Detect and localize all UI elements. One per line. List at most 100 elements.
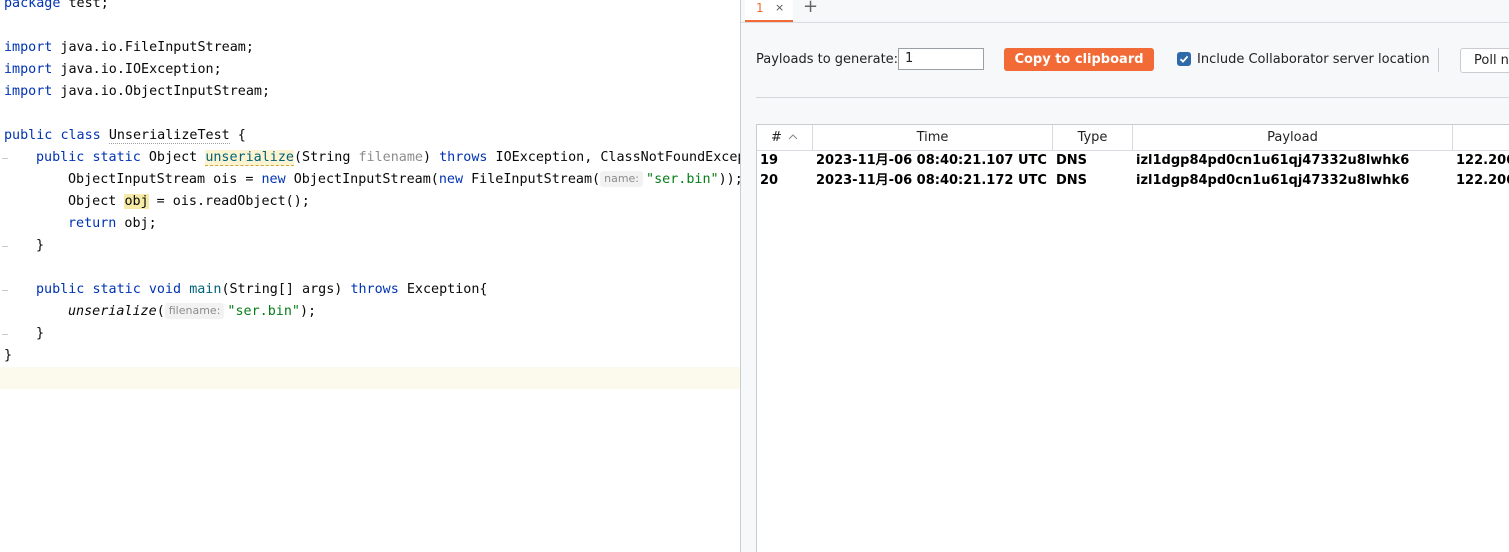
- string-literal: "ser.bin": [227, 304, 300, 319]
- params: (String[] args): [221, 282, 351, 297]
- column-header-type[interactable]: Type: [1053, 125, 1133, 151]
- cell-time: 2023-11月-06 08:40:21.172 UTC: [816, 173, 1047, 188]
- column-header-time[interactable]: Time: [813, 125, 1053, 151]
- punct: );: [299, 304, 317, 319]
- punct: ));: [718, 172, 740, 187]
- controls-row: Payloads to generate: 1 Copy to clipboar…: [741, 40, 1509, 80]
- column-header-source[interactable]: [1453, 125, 1509, 151]
- caret-line-highlight: [0, 367, 740, 389]
- cell-payload: izl1dgp84pd0cn1u61qj47332u8lwhk6: [1136, 153, 1410, 168]
- code-line-readobject[interactable]: Object obj = ois.readObject();: [68, 191, 310, 213]
- code-line-main-decl[interactable]: public static void main(String[] args) t…: [36, 279, 488, 301]
- tab-label: 1: [756, 1, 764, 15]
- interactions-table[interactable]: # Time Type Payload 19 2023-11月-06 08:40…: [756, 124, 1509, 552]
- code-line-import2[interactable]: import java.io.IOException;: [4, 59, 222, 81]
- code-line-ois[interactable]: ObjectInputStream ois = new ObjectInputS…: [68, 169, 740, 191]
- payloads-label: Payloads to generate:: [756, 52, 899, 67]
- keyword: throws: [439, 150, 488, 165]
- throws-list: Exception{: [398, 282, 488, 297]
- tab-bar: 1 × +: [741, 0, 1509, 23]
- statement-text: java.io.FileInputStream;: [52, 40, 254, 55]
- section-divider: [756, 97, 1509, 98]
- include-location-checkbox[interactable]: [1177, 52, 1191, 66]
- cell-type: DNS: [1056, 173, 1088, 188]
- ctor: FileInputStream(: [463, 172, 601, 187]
- close-icon[interactable]: ×: [775, 0, 784, 16]
- cell-source: 122.206.: [1456, 153, 1509, 168]
- keyword: public: [36, 282, 85, 297]
- code-line-call[interactable]: unserialize(filename: "ser.bin");: [68, 301, 316, 323]
- statement-text: java.io.ObjectInputStream;: [52, 84, 271, 99]
- code-line-class-decl[interactable]: public class UnserializeTest {: [4, 125, 246, 147]
- gutter-fold-mark[interactable]: [2, 246, 8, 247]
- code-line-import1[interactable]: import java.io.FileInputStream;: [4, 37, 254, 59]
- collaborator-panel: 1 × + Payloads to generate: 1 Copy to cl…: [740, 0, 1509, 552]
- keyword: import: [4, 84, 53, 99]
- keyword: public: [4, 128, 53, 143]
- cell-type: DNS: [1056, 153, 1088, 168]
- keyword: static: [92, 150, 141, 165]
- param-name: filename: [358, 150, 424, 165]
- column-header-number[interactable]: #: [757, 125, 813, 151]
- code-line-unserialize-decl[interactable]: public static Object unserialize(String …: [36, 147, 740, 169]
- method-name[interactable]: main: [189, 282, 221, 297]
- string-literal: "ser.bin": [646, 172, 719, 187]
- keyword: throws: [350, 282, 399, 297]
- cell-number: 19: [760, 153, 779, 168]
- param-hint: filename:: [164, 303, 225, 319]
- gutter-fold-mark[interactable]: [2, 334, 8, 335]
- header-label: #: [770, 130, 782, 145]
- brace: }: [4, 348, 13, 363]
- type-name: Object: [148, 150, 198, 165]
- method-name[interactable]: unserialize: [205, 150, 294, 166]
- keyword: package: [4, 0, 61, 11]
- code-line-close1[interactable]: }: [36, 235, 44, 257]
- copy-to-clipboard-button[interactable]: Copy to clipboard: [1004, 48, 1154, 71]
- code-line-close2[interactable]: }: [36, 323, 44, 345]
- cell-source: 122.206.: [1456, 173, 1509, 188]
- statement-text: java.io.IOException;: [52, 62, 222, 77]
- type-name: Object: [68, 194, 125, 209]
- keyword: import: [4, 62, 53, 77]
- keyword: void: [148, 282, 182, 297]
- column-header-payload[interactable]: Payload: [1133, 125, 1453, 151]
- add-tab-icon[interactable]: +: [803, 0, 818, 17]
- var-decl: ObjectInputStream ois =: [68, 172, 262, 187]
- gutter-fold-mark[interactable]: [2, 290, 8, 291]
- param-type: (String: [294, 150, 359, 165]
- method-call[interactable]: unserialize: [68, 304, 157, 319]
- sort-ascending-icon: [788, 134, 798, 140]
- keyword: static: [92, 282, 141, 297]
- gutter-fold-mark[interactable]: [2, 158, 8, 159]
- ctor: ObjectInputStream(: [285, 172, 439, 187]
- poll-now-button[interactable]: Poll n: [1460, 48, 1509, 73]
- keyword: return: [68, 216, 117, 231]
- throws-list: IOException, ClassNotFoundExcep: [487, 150, 740, 165]
- param-hint: name:: [600, 171, 644, 187]
- keyword: class: [60, 128, 101, 143]
- tab-1[interactable]: 1 ×: [745, 0, 793, 22]
- keyword: new: [261, 172, 286, 187]
- toolbar-divider: [1438, 48, 1439, 72]
- brace: {: [229, 128, 246, 143]
- include-location-label[interactable]: Include Collaborator server location: [1197, 52, 1430, 67]
- checkmark-icon: [1179, 55, 1189, 63]
- code-editor[interactable]: package test; import java.io.FileInputSt…: [0, 0, 740, 552]
- return-value: obj;: [116, 216, 157, 231]
- class-name[interactable]: UnserializeTest: [108, 128, 230, 144]
- code-line-close3[interactable]: }: [4, 345, 12, 367]
- var-usage-highlight[interactable]: obj: [124, 194, 149, 209]
- code-line-return[interactable]: return obj;: [68, 213, 157, 235]
- keyword: new: [438, 172, 464, 187]
- code-line-package[interactable]: package test;: [4, 0, 109, 15]
- cell-payload: izl1dgp84pd0cn1u61qj47332u8lwhk6: [1136, 173, 1410, 188]
- keyword: import: [4, 40, 53, 55]
- code-line-import3[interactable]: import java.io.ObjectInputStream;: [4, 81, 270, 103]
- method-call: = ois.readObject();: [148, 194, 310, 209]
- payloads-count-input[interactable]: 1: [898, 48, 984, 70]
- brace: }: [36, 238, 45, 253]
- keyword: public: [36, 150, 85, 165]
- brace: }: [36, 326, 45, 341]
- cell-number: 20: [760, 173, 779, 188]
- statement-text: test;: [60, 0, 109, 11]
